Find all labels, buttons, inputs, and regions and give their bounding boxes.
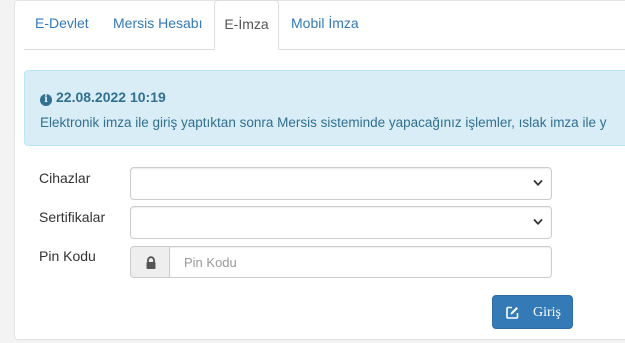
pin-addon	[130, 246, 170, 278]
lock-icon	[146, 256, 156, 269]
certificates-select[interactable]	[130, 206, 552, 239]
info-icon: i	[40, 94, 52, 106]
pin-input-group	[130, 246, 552, 278]
login-button[interactable]: Giriş	[492, 295, 573, 329]
alert-message: Elektronik imza ile giriş yaptıktan sonr…	[40, 115, 607, 130]
chevron-down-icon	[533, 219, 543, 225]
login-method-tabs: E-Devlet Mersis Hesabı E-İmza Mobil İmza	[24, 0, 625, 50]
alert-date: 22.08.2022 10:19	[56, 89, 166, 105]
devices-select[interactable]	[130, 167, 552, 200]
devices-label: Cihazlar	[39, 170, 91, 186]
chevron-down-icon	[533, 180, 543, 186]
alert-title: i 22.08.2022 10:19	[40, 89, 166, 106]
edit-icon	[506, 306, 519, 319]
tab-mobil-imza[interactable]: Mobil İmza	[291, 0, 359, 50]
tab-e-imza[interactable]: E-İmza	[214, 0, 279, 50]
pin-label: Pin Kodu	[39, 248, 96, 264]
tab-mersis-hesabi[interactable]: Mersis Hesabı	[113, 0, 202, 50]
info-alert: i 22.08.2022 10:19 Elektronik imza ile gi…	[24, 70, 625, 146]
login-button-label: Giriş	[533, 305, 561, 320]
tab-e-devlet[interactable]: E-Devlet	[35, 0, 89, 50]
pin-input[interactable]	[169, 246, 552, 278]
certificates-label: Sertifikalar	[39, 209, 106, 225]
